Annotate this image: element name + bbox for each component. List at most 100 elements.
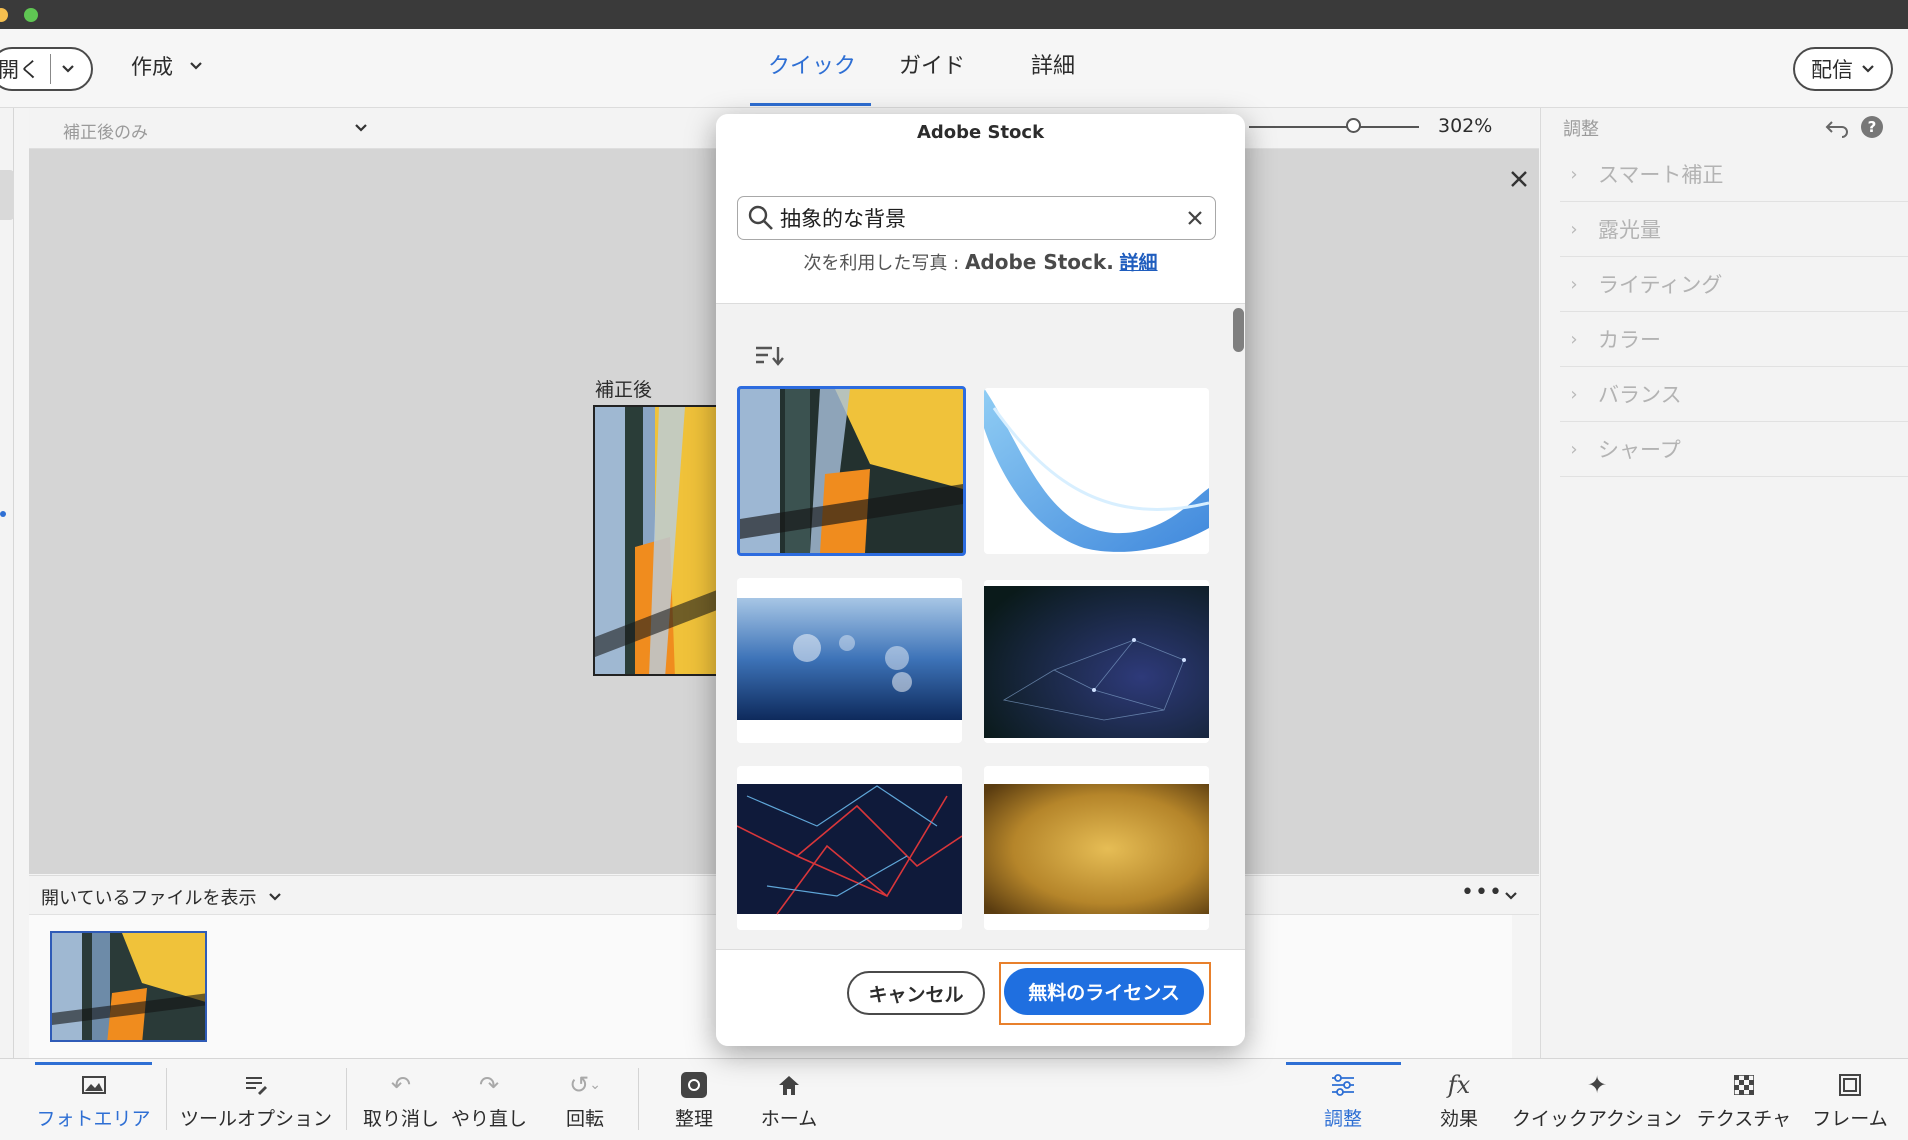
chevron-down-icon: [1862, 65, 1874, 73]
free-license-button[interactable]: 無料のライセンス: [1004, 968, 1204, 1015]
stock-result-red-blue-network[interactable]: [737, 766, 962, 930]
create-menu[interactable]: 作成: [131, 51, 203, 81]
chevron-right-icon: ›: [1570, 218, 1578, 240]
file-thumbnail[interactable]: [50, 931, 207, 1042]
texture-icon: [1734, 1070, 1754, 1100]
sort-icon[interactable]: [754, 344, 786, 368]
home-button[interactable]: ホーム: [758, 1070, 820, 1132]
divider: [166, 1068, 167, 1130]
tool-options-button[interactable]: ツールオプション: [180, 1070, 332, 1132]
effects-button[interactable]: fx 効果: [1434, 1070, 1484, 1132]
active-panel-indicator: [35, 1062, 152, 1065]
fx-icon: fx: [1447, 1071, 1471, 1099]
chevron-right-icon: ›: [1570, 273, 1578, 295]
stock-credit: 次を利用した写真 : Adobe Stock. 詳細: [716, 248, 1245, 275]
left-toolbar: [0, 108, 14, 1058]
credit-brand: Adobe Stock.: [964, 250, 1114, 274]
sparkle-icon: ✦: [1586, 1071, 1608, 1099]
stock-results: [716, 304, 1245, 972]
chevron-right-icon: ›: [1570, 383, 1578, 405]
file-bin-select[interactable]: 開いているファイルを表示: [41, 884, 282, 910]
panel-item-balance[interactable]: › バランス: [1560, 367, 1908, 422]
photo-bin-button[interactable]: フォトエリア: [36, 1070, 151, 1132]
undo-button[interactable]: ↶ 取り消し: [362, 1070, 440, 1132]
stock-result-dark-network[interactable]: [984, 580, 1209, 743]
cancel-button[interactable]: キャンセル: [847, 971, 985, 1015]
chevron-down-icon[interactable]: [1504, 891, 1518, 901]
learn-more-link[interactable]: 詳細: [1120, 252, 1158, 274]
share-button[interactable]: 配信: [1793, 47, 1893, 91]
canvas-photo[interactable]: [593, 405, 723, 676]
reset-icon[interactable]: [1824, 118, 1850, 138]
stock-search-field[interactable]: 抽象的な背景: [737, 196, 1216, 240]
tab-expert[interactable]: 詳細: [1031, 48, 1075, 80]
chevron-down-icon: [190, 62, 202, 70]
zoom-window-dot[interactable]: [24, 8, 38, 22]
window-title-bar: [0, 0, 1908, 29]
selected-tool[interactable]: [0, 170, 14, 220]
active-panel-indicator: [1286, 1062, 1401, 1065]
more-options-icon[interactable]: •••: [1461, 880, 1503, 905]
create-label: 作成: [131, 55, 173, 79]
redo-icon: ↷: [478, 1071, 500, 1099]
quick-actions-button[interactable]: ✦ クイックアクション: [1512, 1070, 1682, 1132]
adjustments-button[interactable]: 調整: [1305, 1070, 1381, 1132]
panel-item-color[interactable]: › カラー: [1560, 312, 1908, 367]
zoom-value: 302%: [1438, 115, 1493, 137]
close-icon[interactable]: [1510, 170, 1528, 188]
panel-item-lighting[interactable]: › ライティング: [1560, 257, 1908, 312]
stock-result-abstract-paint[interactable]: [737, 386, 966, 556]
zoom-slider-handle[interactable]: [1346, 118, 1361, 133]
adjust-icon: [1330, 1070, 1356, 1100]
dialog-header: Adobe Stock 抽象的な背景 次を利用した写真 : Adobe Stoc…: [716, 114, 1245, 304]
results-scroll-thumb[interactable]: [1233, 308, 1244, 352]
tab-quick[interactable]: クイック: [768, 48, 856, 80]
adobe-stock-dialog: Adobe Stock 抽象的な背景 次を利用した写真 : Adobe Stoc…: [716, 114, 1245, 1046]
photo-icon: [81, 1070, 106, 1100]
chevron-right-icon: ›: [1570, 163, 1578, 185]
tool-options-icon: [244, 1070, 268, 1100]
panel-item-sharpen[interactable]: › シャープ: [1560, 422, 1908, 477]
rotate-button[interactable]: ↺ ⌄ 回転: [560, 1070, 610, 1132]
frame-icon: [1838, 1070, 1862, 1100]
clear-search-icon[interactable]: [1187, 210, 1203, 226]
rotate-icon: ↺ ⌄: [569, 1071, 601, 1099]
dialog-title: Adobe Stock: [916, 122, 1045, 143]
chevron-right-icon: ›: [1570, 328, 1578, 350]
after-label: 補正後: [595, 379, 653, 401]
minimize-window-dot[interactable]: [0, 8, 8, 22]
open-button[interactable]: 開く: [0, 47, 93, 91]
stock-result-blue-bokeh[interactable]: [737, 578, 962, 743]
dialog-footer: キャンセル 無料のライセンス: [716, 949, 1245, 1046]
frames-button[interactable]: フレーム: [1812, 1070, 1888, 1132]
textures-button[interactable]: テクスチャ: [1694, 1070, 1794, 1132]
search-input[interactable]: 抽象的な背景: [780, 203, 1187, 233]
active-tab-indicator: [750, 103, 871, 106]
chevron-right-icon: ›: [1570, 438, 1578, 460]
chevron-down-icon: [269, 893, 282, 901]
redo-button[interactable]: ↷ やり直し: [449, 1070, 529, 1132]
panel-item-smart-fix[interactable]: › スマート補正: [1560, 147, 1908, 202]
organize-icon: [681, 1070, 707, 1100]
zoom-slider-track[interactable]: [1249, 126, 1419, 128]
share-button-label: 配信: [1811, 58, 1853, 82]
divider: [346, 1068, 347, 1130]
credit-prefix: 次を利用した写真 :: [803, 253, 965, 274]
help-icon[interactable]: ?: [1861, 116, 1883, 138]
results-scrollbar[interactable]: [1230, 304, 1245, 949]
file-bin-label: 開いているファイルを表示: [41, 888, 257, 909]
panel-title: 調整: [1563, 119, 1599, 140]
tab-guided[interactable]: ガイド: [899, 48, 965, 80]
panel-item-exposure[interactable]: › 露光量: [1560, 202, 1908, 257]
organizer-button[interactable]: 整理: [670, 1070, 718, 1132]
chevron-down-icon[interactable]: [354, 123, 368, 133]
stock-result-gold-texture[interactable]: [984, 766, 1209, 930]
undo-icon: ↶: [390, 1071, 412, 1099]
stock-result-blue-wave[interactable]: [984, 388, 1209, 554]
home-icon: [777, 1070, 801, 1100]
search-icon: [748, 205, 773, 230]
view-select[interactable]: 補正後のみ: [63, 118, 148, 143]
active-tool-dot: [0, 511, 6, 517]
chevron-down-icon: [62, 65, 74, 73]
open-button-label: 開く: [0, 58, 40, 82]
